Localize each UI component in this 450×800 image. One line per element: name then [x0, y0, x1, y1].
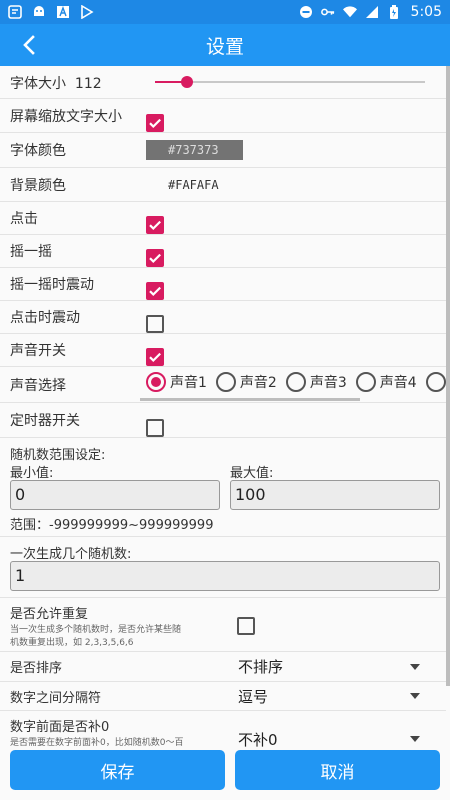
vertical-scrollbar[interactable]: [446, 66, 450, 686]
count-label: 一次生成几个随机数:: [10, 547, 132, 562]
back-arrow-icon[interactable]: [18, 33, 42, 57]
screen-scale-row[interactable]: 屏幕缩放文字大小: [0, 99, 446, 133]
screen-scale-checkbox[interactable]: [146, 114, 164, 132]
allow-repeat-checkbox[interactable]: [237, 617, 255, 635]
bg-color-label: 背景颜色: [10, 177, 66, 194]
settings-list[interactable]: 字体大小 112 屏幕缩放文字大小 字体颜色 #737373 背景颜色 #FAF…: [0, 66, 446, 748]
allow-repeat-desc-2: 机数重复出现，如 2,3,3,5,6,6: [10, 638, 134, 648]
sort-row[interactable]: 是否排序 不排序: [0, 652, 446, 682]
font-size-slider-thumb[interactable]: [181, 76, 193, 88]
sound-select-row: 声音选择 声音1 声音2 声音3 声音4: [0, 367, 446, 403]
play-store-icon: [80, 5, 94, 19]
sound-radio-label-3: 声音3: [309, 375, 347, 391]
wifi-icon: [342, 5, 357, 19]
sound-horizontal-scrollbar[interactable]: [140, 398, 360, 401]
click-label: 点击: [10, 211, 38, 227]
sound-radio-3[interactable]: [285, 372, 306, 392]
save-button[interactable]: 保存: [10, 750, 225, 790]
key-icon: [320, 5, 335, 19]
timer-switch-label: 定时器开关: [10, 413, 80, 429]
separator-label: 数字之间分隔符: [10, 690, 102, 706]
signal-icon: [365, 5, 379, 19]
cancel-button[interactable]: 取消: [235, 750, 440, 790]
notification-icon: [8, 5, 22, 19]
android-icon: [32, 5, 46, 19]
font-color-row[interactable]: 字体颜色 #737373: [0, 133, 446, 168]
bottom-button-bar: 保存 取消: [0, 748, 450, 800]
bg-color-swatch[interactable]: #FAFAFA: [146, 175, 243, 195]
click-checkbox[interactable]: [146, 216, 164, 234]
click-vibrate-label: 点击时震动: [10, 310, 80, 326]
count-section: 一次生成几个随机数: 1: [0, 537, 446, 598]
sound-radio-label-4: 声音4: [379, 375, 417, 391]
allow-repeat-desc-1: 当一次生成多个随机数时，是否允许某些随: [10, 625, 182, 635]
sound-radio-group[interactable]: 声音1 声音2 声音3 声音4: [146, 372, 446, 392]
status-time: 5:05: [410, 4, 442, 20]
battery-icon: [387, 5, 401, 19]
app-bar: 设置: [0, 24, 450, 66]
do-not-disturb-icon: [299, 5, 313, 19]
max-value-input[interactable]: 100: [230, 480, 440, 510]
shake-vibrate-label: 摇一摇时震动: [10, 277, 94, 293]
font-size-row: 字体大小 112: [0, 66, 446, 99]
min-value-label: 最小值:: [10, 466, 54, 481]
range-hint: 范围：-999999999~999999999: [10, 518, 214, 533]
sound-radio-label-1: 声音1: [170, 375, 207, 391]
sound-radio-4[interactable]: [355, 372, 376, 392]
screen-scale-label: 屏幕缩放文字大小: [10, 108, 122, 125]
timer-switch-row[interactable]: 定时器开关: [0, 403, 446, 438]
app-a-icon: [56, 5, 70, 19]
sound-switch-row[interactable]: 声音开关: [0, 334, 446, 367]
timer-switch-checkbox[interactable]: [146, 419, 164, 437]
pad-zero-label: 数字前面是否补0: [10, 720, 110, 735]
shake-vibrate-checkbox[interactable]: [146, 282, 164, 300]
font-color-label: 字体颜色: [10, 143, 66, 159]
click-vibrate-checkbox[interactable]: [146, 315, 164, 333]
font-size-label: 字体大小 112: [10, 76, 102, 92]
font-size-value: 112: [74, 76, 102, 92]
pad-zero-desc: 是否需要在数字前面补0，比如随机数0～百: [10, 738, 184, 748]
click-row[interactable]: 点击: [0, 202, 446, 235]
page-title: 设置: [205, 35, 244, 58]
separator-row[interactable]: 数字之间分隔符 逗号: [0, 682, 446, 711]
sound-radio-1[interactable]: [146, 372, 166, 392]
pad-zero-dropdown-icon[interactable]: [410, 736, 420, 742]
shake-vibrate-row[interactable]: 摇一摇时震动: [0, 268, 446, 301]
separator-select[interactable]: 逗号: [238, 686, 268, 707]
sound-switch-label: 声音开关: [10, 343, 66, 359]
font-color-swatch[interactable]: #737373: [146, 140, 243, 160]
shake-checkbox[interactable]: [146, 249, 164, 267]
sound-radio-more[interactable]: [425, 372, 446, 392]
status-bar: 5:05: [0, 0, 450, 24]
font-size-slider-track[interactable]: [155, 81, 425, 83]
separator-dropdown-icon[interactable]: [410, 693, 420, 699]
sound-radio-label-2: 声音2: [239, 375, 277, 391]
pad-zero-select[interactable]: 不补0: [238, 729, 278, 748]
max-value-label: 最大值:: [230, 466, 274, 481]
range-section: 随机数范围设定: 最小值: 最大值: 0 100 范围：-999999999~9…: [0, 438, 446, 537]
count-input[interactable]: 1: [10, 561, 440, 591]
sort-label: 是否排序: [10, 661, 63, 676]
sound-radio-2[interactable]: [215, 372, 236, 392]
min-value-input[interactable]: 0: [10, 480, 220, 510]
sound-select-label: 声音选择: [10, 378, 66, 394]
sort-dropdown-icon[interactable]: [410, 663, 420, 670]
allow-repeat-label: 是否允许重复: [10, 607, 89, 622]
click-vibrate-row[interactable]: 点击时震动: [0, 301, 446, 334]
shake-label: 摇一摇: [10, 244, 52, 260]
sound-switch-checkbox[interactable]: [146, 348, 164, 366]
bg-color-row[interactable]: 背景颜色 #FAFAFA: [0, 168, 446, 202]
pad-zero-row[interactable]: 数字前面是否补0 是否需要在数字前面补0，比如随机数0～百 不补0: [0, 711, 446, 748]
shake-row[interactable]: 摇一摇: [0, 235, 446, 268]
sort-select[interactable]: 不排序: [238, 656, 283, 677]
allow-repeat-row[interactable]: 是否允许重复 当一次生成多个随机数时，是否允许某些随 机数重复出现，如 2,3,…: [0, 598, 446, 652]
range-title: 随机数范围设定:: [10, 448, 106, 463]
